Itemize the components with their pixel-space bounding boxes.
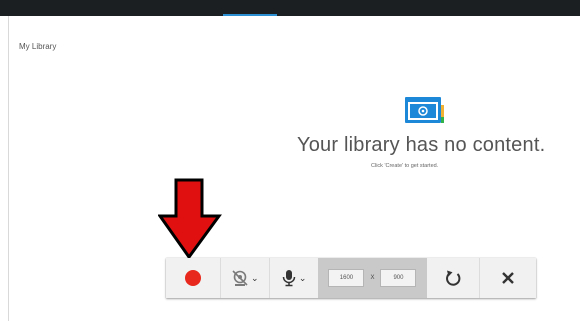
refresh-button[interactable] [427,258,479,298]
library-empty-icon [405,97,444,123]
height-field[interactable]: 900 [380,269,417,287]
library-title: My Library [19,42,57,51]
microphone-icon [282,270,296,287]
refresh-icon [446,270,461,286]
close-button[interactable] [480,258,536,298]
empty-state-subtitle: Click 'Create' to get started. [371,163,439,169]
webcam-toggle-button[interactable]: ⌄ [221,258,269,298]
dimension-separator: X [370,275,375,281]
close-icon [502,272,514,284]
record-icon [184,270,201,286]
record-button[interactable] [166,258,220,298]
empty-state-title: Your library has no content. [297,134,546,156]
capture-dimensions: 1600 X 900 [317,258,428,298]
microphone-button[interactable]: ⌄ [270,258,318,298]
recording-toolbar: ⌄ ⌄ 1600 X 900 [166,258,536,298]
red-arrow-icon [158,178,222,260]
microphone-dropdown-caret[interactable]: ⌄ [299,273,307,284]
webcam-off-icon [232,270,248,286]
webcam-dropdown-caret[interactable]: ⌄ [251,273,259,284]
width-field[interactable]: 1600 [328,269,365,287]
top-bar [0,0,580,16]
